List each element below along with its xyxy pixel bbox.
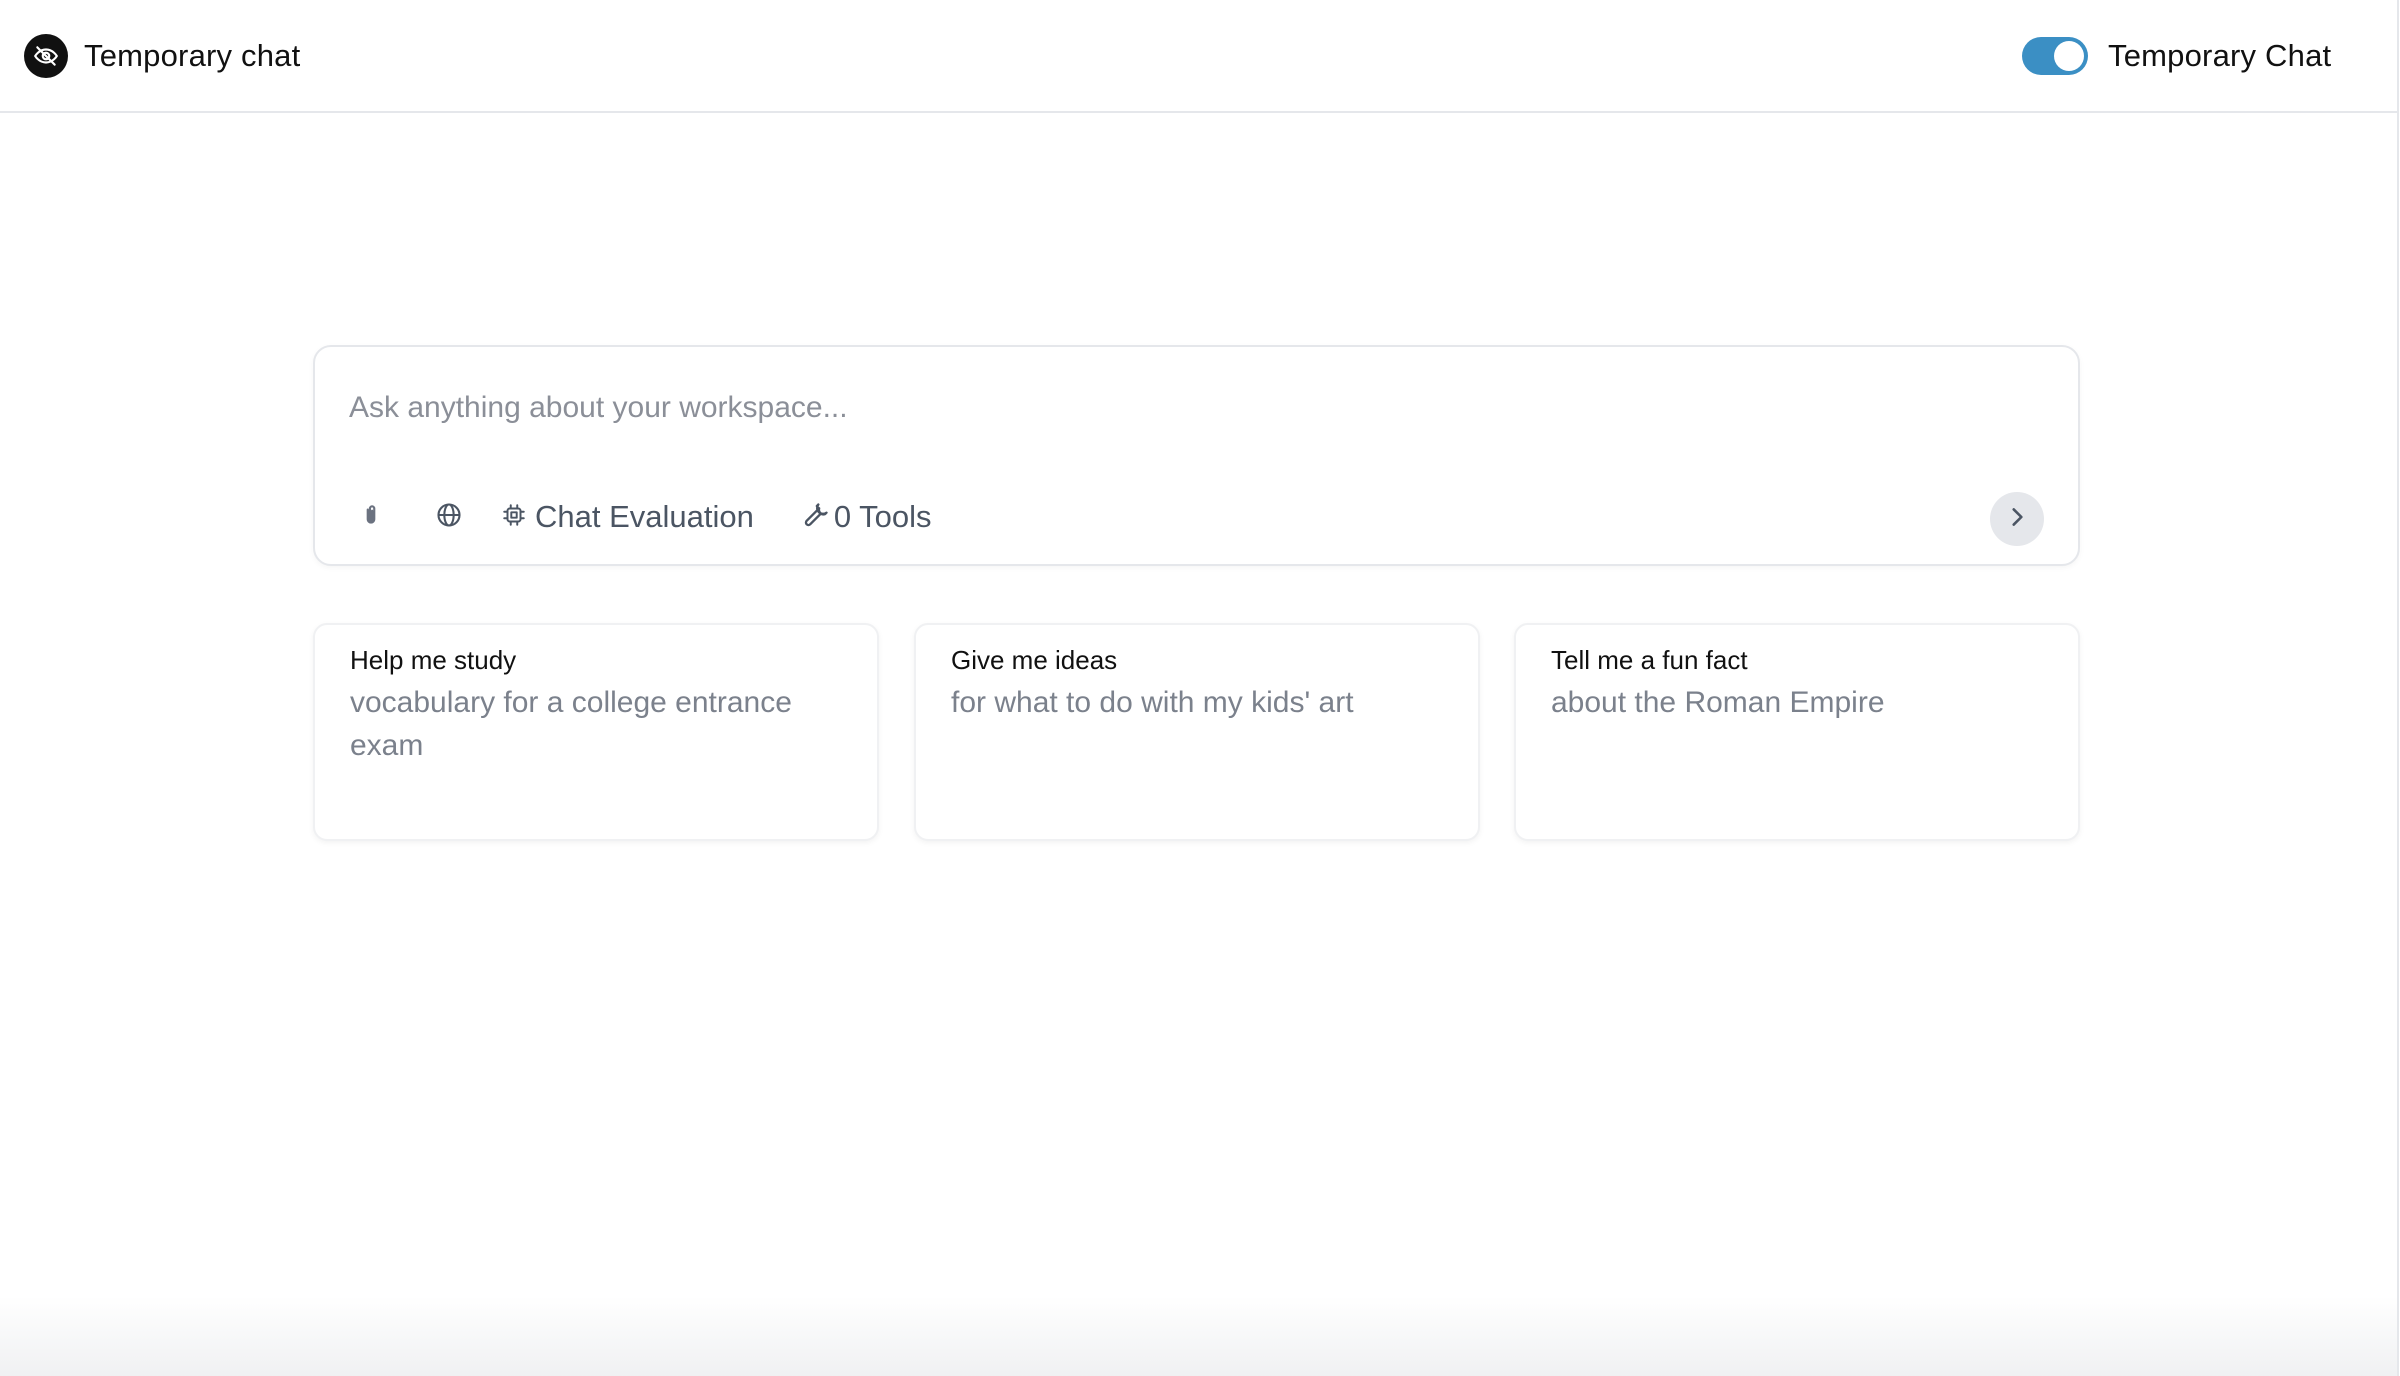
- bottom-fade: [0, 1296, 2397, 1376]
- composer-toolbar: Chat Evaluation 0 Tools: [349, 495, 932, 539]
- temporary-chat-toggle[interactable]: [2022, 37, 2088, 75]
- chip-icon: [501, 502, 527, 533]
- app-window: Temporary chat Temporary Chat Ask anythi…: [0, 0, 2400, 1376]
- suggestion-card[interactable]: Tell me a fun fact about the Roman Empir…: [1514, 623, 2080, 841]
- suggestion-subtitle: about the Roman Empire: [1551, 686, 1885, 719]
- window-border: [2397, 0, 2399, 1376]
- chat-composer: Chat Evaluation 0 Tools: [313, 345, 2080, 566]
- suggestion-subtitle: vocabulary for a college entrance exam: [350, 686, 792, 762]
- temporary-chat-toggle-group: Temporary Chat: [2022, 37, 2331, 75]
- suggestion-title: Give me ideas: [951, 645, 1118, 675]
- suggestion-cards: Help me study vocabulary for a college e…: [313, 623, 2080, 841]
- send-button[interactable]: [1990, 492, 2044, 546]
- paperclip-icon: [358, 500, 384, 535]
- globe-icon: [435, 501, 463, 534]
- suggestion-title: Help me study: [350, 645, 517, 675]
- tools-label: 0 Tools: [833, 499, 932, 534]
- attach-button[interactable]: [349, 495, 393, 539]
- temporary-chat-toggle-label: Temporary Chat: [2108, 38, 2332, 73]
- web-search-button[interactable]: [427, 495, 471, 539]
- eye-off-icon: [24, 34, 68, 78]
- wrench-icon: [802, 501, 830, 534]
- toggle-knob: [2054, 41, 2084, 71]
- tools-button[interactable]: 0 Tools: [802, 495, 932, 539]
- suggestion-card[interactable]: Give me ideas for what to do with my kid…: [914, 623, 1480, 841]
- top-bar: Temporary chat Temporary Chat: [0, 0, 2397, 113]
- model-selector-button[interactable]: Chat Evaluation: [501, 495, 754, 539]
- suggestion-card[interactable]: Help me study vocabulary for a college e…: [313, 623, 879, 841]
- page-title: Temporary chat: [84, 38, 301, 73]
- model-selector-label: Chat Evaluation: [535, 499, 754, 534]
- chat-input[interactable]: [349, 383, 1949, 433]
- suggestion-title: Tell me a fun fact: [1551, 645, 1748, 675]
- suggestion-subtitle: for what to do with my kids' art: [951, 686, 1354, 719]
- chevron-right-icon: [2004, 504, 2030, 535]
- header-left: Temporary chat: [24, 34, 300, 78]
